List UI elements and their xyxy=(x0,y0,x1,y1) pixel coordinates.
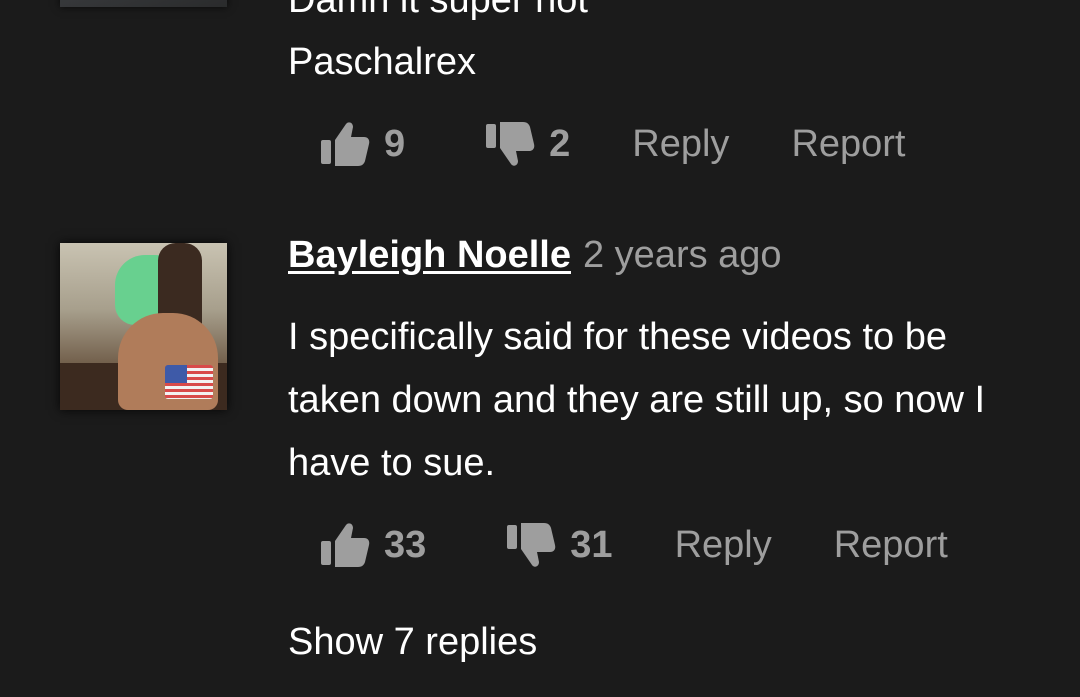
like-count: 33 xyxy=(384,523,427,566)
dislike-button[interactable]: 2 xyxy=(485,120,570,168)
us-flag-icon xyxy=(165,365,213,399)
commenter-avatar[interactable] xyxy=(60,243,227,410)
comment-text: I specifically said for these videos to … xyxy=(288,316,986,484)
thumbs-up-icon xyxy=(321,122,370,166)
previous-commenter-avatar[interactable] xyxy=(60,0,227,7)
comment-actions: 33 31 Reply Report xyxy=(320,517,948,573)
reply-button[interactable]: Reply xyxy=(675,524,772,567)
reply-button[interactable]: Reply xyxy=(632,123,729,166)
like-button[interactable]: 33 xyxy=(320,521,426,569)
show-replies-button[interactable]: Show 7 replies xyxy=(288,618,537,666)
report-button[interactable]: Report xyxy=(791,123,905,166)
comment-header: Bayleigh Noelle 2 years ago xyxy=(288,234,782,282)
previous-comment-text: Damn it super hot xyxy=(288,0,588,21)
like-count: 9 xyxy=(384,122,406,165)
comment-timestamp: 2 years ago xyxy=(582,234,782,276)
thumbs-up-icon xyxy=(321,523,370,567)
dislike-count: 2 xyxy=(549,122,571,165)
report-button[interactable]: Report xyxy=(834,524,948,567)
comment-author-link[interactable]: Bayleigh Noelle xyxy=(288,234,571,277)
previous-comment-actions: 9 2 Reply Report xyxy=(320,116,906,172)
thumbs-down-icon xyxy=(486,122,535,166)
comments-section: Damn it super hot Paschalrex 9 2 Reply R… xyxy=(0,0,1080,697)
like-button[interactable]: 9 xyxy=(320,120,405,168)
previous-comment-signature: Paschalrex xyxy=(288,41,476,83)
thumbs-down-icon xyxy=(507,523,556,567)
dislike-count: 31 xyxy=(570,523,613,566)
dislike-button[interactable]: 31 xyxy=(506,521,613,569)
